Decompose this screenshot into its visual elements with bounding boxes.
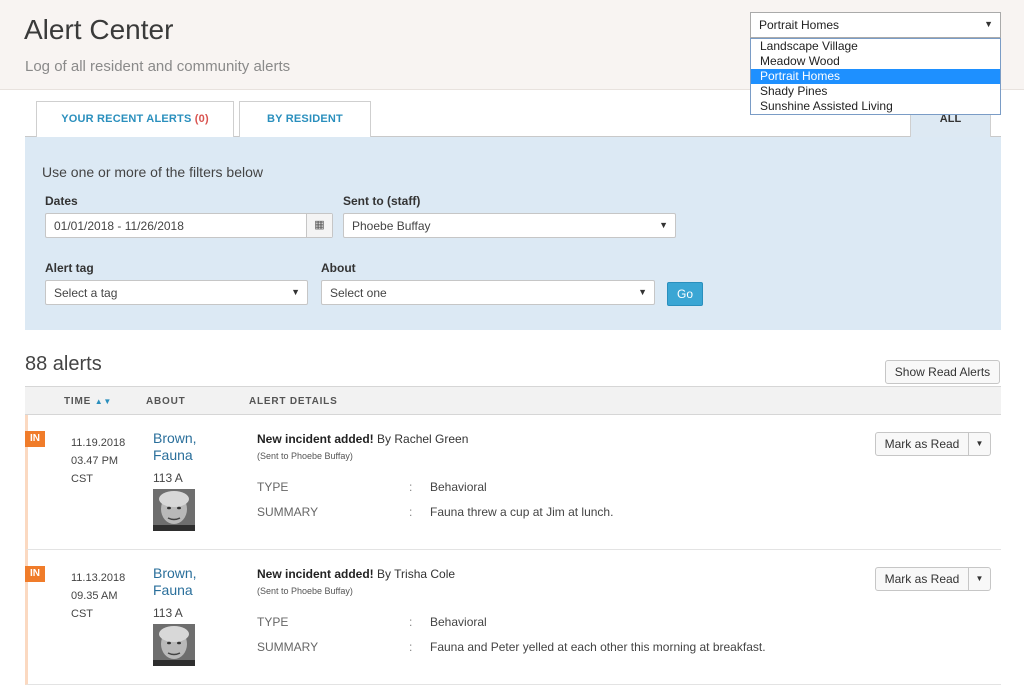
column-time-label: TIME (64, 396, 92, 407)
resident-room: 113 A (153, 471, 183, 485)
mark-as-read-dropdown[interactable]: ▼ (968, 432, 991, 456)
alerts-count: 88 alerts (25, 353, 102, 375)
filters-intro: Use one or more of the filters below (42, 164, 263, 180)
page-subtitle: Log of all resident and community alerts (25, 58, 291, 75)
community-dropdown-list: Landscape Village Meadow Wood Portrait H… (750, 38, 1001, 115)
community-option-sunshine-assisted-living[interactable]: Sunshine Assisted Living (751, 99, 1000, 114)
tab-by-resident-label: BY RESIDENT (267, 113, 343, 125)
resident-name-link[interactable]: Brown, Fauna (153, 565, 197, 599)
avatar[interactable] (153, 624, 195, 666)
alert-timezone: CST (71, 473, 93, 485)
about-placeholder: Select one (330, 286, 387, 300)
summary-value: Fauna and Peter yelled at each other thi… (430, 640, 766, 654)
community-option-shady-pines[interactable]: Shady Pines (751, 84, 1000, 99)
dates-value: 01/01/2018 - 11/26/2018 (54, 219, 184, 233)
resident-last-name: Brown, (153, 430, 197, 446)
dates-input[interactable]: 01/01/2018 - 11/26/2018 ▦ (45, 213, 333, 238)
avatar-photo-icon (153, 624, 195, 666)
incident-badge: IN (25, 566, 45, 582)
summary-colon: : (409, 640, 413, 654)
type-key: TYPE (257, 615, 289, 629)
tab-recent-label: YOUR RECENT ALERTS (61, 113, 192, 125)
resident-room: 113 A (153, 606, 183, 620)
community-select[interactable]: Portrait Homes ▼ (750, 12, 1001, 38)
community-option-landscape-village[interactable]: Landscape Village (751, 39, 1000, 54)
mark-as-read-button[interactable]: Mark as Read (875, 567, 969, 591)
go-button[interactable]: Go (667, 282, 703, 306)
mark-as-read-button[interactable]: Mark as Read (875, 432, 969, 456)
alert-row: IN 11.13.2018 09.35 AM CST Brown, Fauna … (25, 550, 1001, 685)
about-select[interactable]: Select one ▼ (321, 280, 655, 305)
about-label: About (321, 261, 356, 275)
filters-panel: Use one or more of the filters below Dat… (25, 137, 1001, 330)
summary-value: Fauna threw a cup at Jim at lunch. (430, 505, 614, 519)
alert-clock-time: 09.35 AM (71, 590, 118, 602)
alert-date: 11.19.2018 (71, 437, 126, 449)
chevron-down-icon: ▼ (291, 287, 300, 297)
avatar-photo-icon (153, 489, 195, 531)
alert-row: IN 11.19.2018 03.47 PM CST Brown, Fauna … (25, 415, 1001, 550)
alert-date: 11.13.2018 (71, 572, 126, 584)
alert-sent-to: (Sent to Phoebe Buffay) (257, 451, 353, 461)
alert-tag-placeholder: Select a tag (54, 286, 118, 300)
type-value: Behavioral (430, 480, 487, 494)
column-time[interactable]: TIME ▲▼ (64, 396, 112, 407)
sort-icon: ▲▼ (94, 397, 113, 406)
tab-by-resident[interactable]: BY RESIDENT (239, 101, 371, 137)
sent-to-select[interactable]: Phoebe Buffay ▼ (343, 213, 676, 238)
mark-as-read-dropdown[interactable]: ▼ (968, 567, 991, 591)
alert-clock-time: 03.47 PM (71, 455, 119, 467)
alert-time: 11.13.2018 09.35 AM CST (71, 569, 125, 623)
resident-first-name: Fauna (153, 447, 193, 463)
alerts-table-header: TIME ▲▼ ABOUT ALERT DETAILS (25, 386, 1001, 415)
summary-key: SUMMARY (257, 505, 319, 519)
avatar[interactable] (153, 489, 195, 531)
page-title: Alert Center (24, 14, 174, 45)
incident-badge: IN (25, 431, 45, 447)
alert-author: By Trisha Cole (377, 567, 456, 581)
alert-time: 11.19.2018 03.47 PM CST (71, 434, 125, 488)
summary-colon: : (409, 505, 413, 519)
resident-name-link[interactable]: Brown, Fauna (153, 430, 197, 464)
chevron-down-icon: ▼ (984, 19, 993, 29)
community-option-meadow-wood[interactable]: Meadow Wood (751, 54, 1000, 69)
type-colon: : (409, 615, 413, 629)
community-option-portrait-homes[interactable]: Portrait Homes (751, 69, 1000, 84)
alert-title-text: New incident added! (257, 432, 374, 446)
caret-down-icon: ▼ (975, 439, 984, 448)
alert-sent-to: (Sent to Phoebe Buffay) (257, 586, 353, 596)
alert-title: New incident added! By Rachel Green (257, 432, 468, 446)
sent-to-value: Phoebe Buffay (352, 219, 431, 233)
summary-key: SUMMARY (257, 640, 319, 654)
resident-first-name: Fauna (153, 582, 193, 598)
alert-author: By Rachel Green (377, 432, 469, 446)
calendar-icon[interactable]: ▦ (306, 214, 332, 237)
alert-tag-select[interactable]: Select a tag ▼ (45, 280, 308, 305)
caret-down-icon: ▼ (975, 574, 984, 583)
alert-tag-label: Alert tag (45, 261, 94, 275)
tab-your-recent-alerts[interactable]: YOUR RECENT ALERTS (0) (36, 101, 234, 137)
type-colon: : (409, 480, 413, 494)
alert-title: New incident added! By Trisha Cole (257, 567, 455, 581)
show-read-alerts-button[interactable]: Show Read Alerts (885, 360, 1000, 384)
column-alert-details: ALERT DETAILS (249, 396, 338, 407)
dates-label: Dates (45, 194, 78, 208)
chevron-down-icon: ▼ (638, 287, 647, 297)
alert-title-text: New incident added! (257, 567, 374, 581)
resident-last-name: Brown, (153, 565, 197, 581)
column-about: ABOUT (146, 396, 186, 407)
chevron-down-icon: ▼ (659, 220, 668, 230)
tab-recent-count: (0) (194, 113, 209, 125)
type-key: TYPE (257, 480, 289, 494)
alert-timezone: CST (71, 608, 93, 620)
sent-to-label: Sent to (staff) (343, 194, 421, 208)
type-value: Behavioral (430, 615, 487, 629)
community-select-value: Portrait Homes (759, 18, 840, 32)
